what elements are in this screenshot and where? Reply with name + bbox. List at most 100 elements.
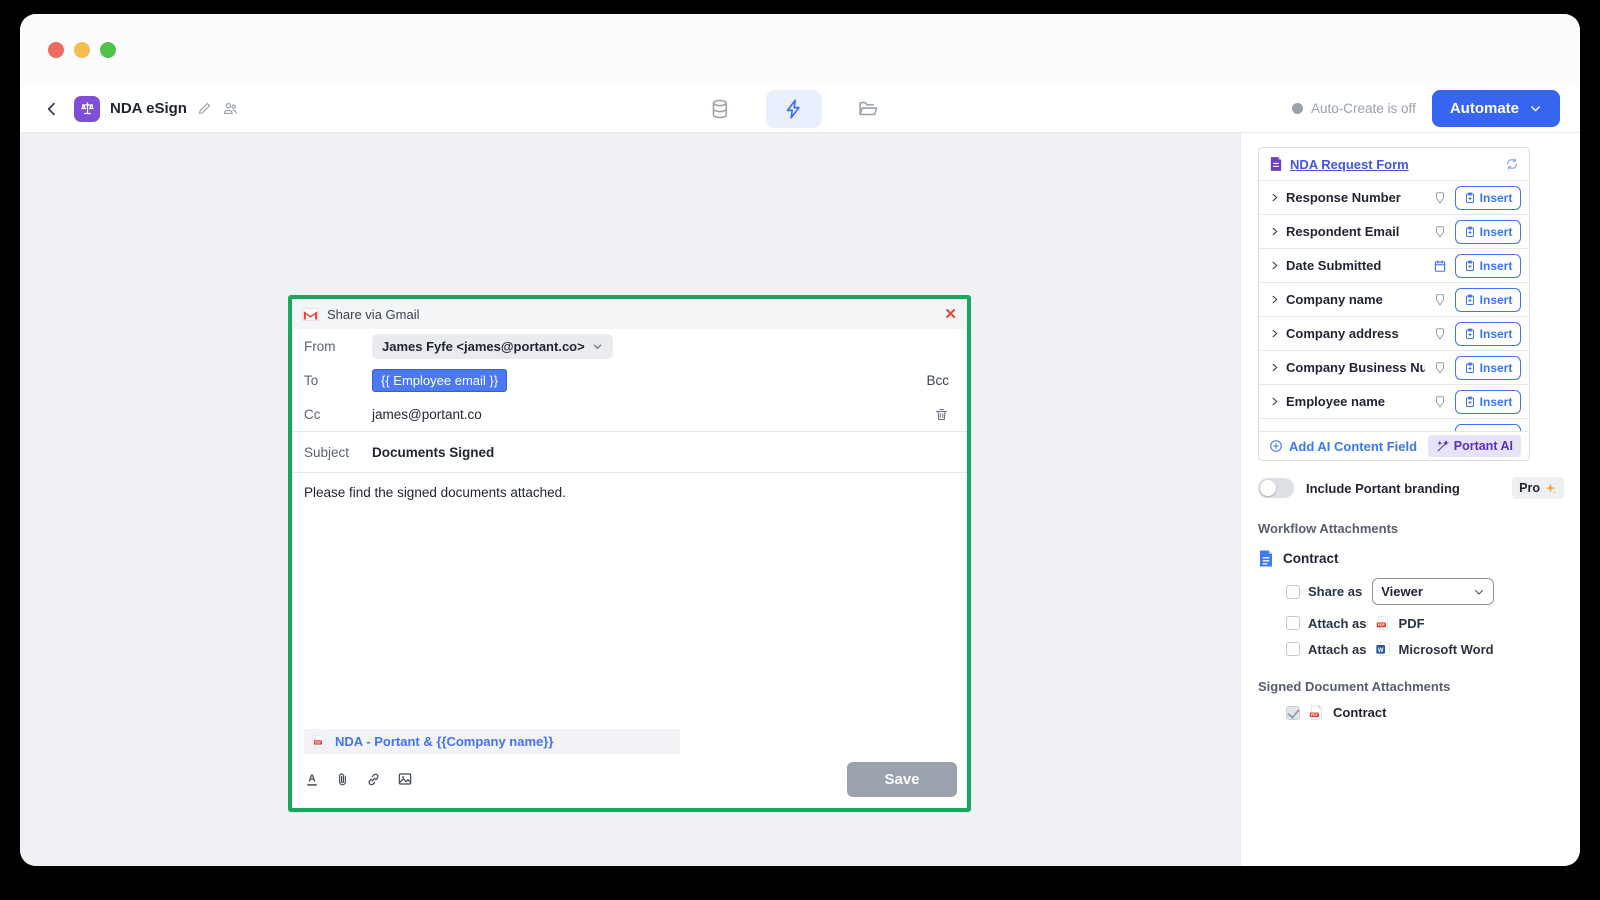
titlebar (20, 14, 1580, 85)
image-icon (397, 771, 413, 787)
trash-icon (934, 407, 949, 422)
attach-as-pdf-checkbox[interactable] (1286, 616, 1300, 630)
clipboard-icon (1464, 294, 1476, 306)
calendar-icon (1433, 259, 1447, 273)
word-file-icon: W (1375, 641, 1391, 657)
close-window-button[interactable] (48, 42, 64, 58)
signed-contract-checkbox[interactable] (1286, 706, 1300, 720)
workflow-icon (74, 96, 100, 122)
save-button[interactable]: Save (847, 762, 957, 797)
include-branding-toggle[interactable] (1258, 478, 1294, 498)
attach-as-word-checkbox[interactable] (1286, 642, 1300, 656)
insert-field-button[interactable]: Insert (1455, 322, 1521, 346)
folder-icon (857, 98, 879, 120)
refresh-icon (1505, 157, 1519, 171)
tag-icon (1433, 327, 1447, 341)
cc-label: Cc (304, 407, 372, 422)
attachment-name: NDA - Portant & {{Company name}} (335, 734, 553, 749)
automate-button[interactable]: Automate (1432, 90, 1560, 127)
source-data-tab[interactable] (692, 90, 748, 128)
subject-value[interactable]: Documents Signed (372, 445, 494, 460)
expand-field-icon[interactable] (1269, 260, 1280, 271)
from-select[interactable]: James Fyfe <james@portant.co> (372, 334, 613, 359)
workflow-canvas: Share via Gmail ✕ From James Fyfe <james… (20, 133, 1240, 866)
to-field-chip[interactable]: {{ Employee email }} (372, 369, 507, 392)
portant-ai-badge[interactable]: Portant AI (1428, 435, 1521, 457)
cc-row: Cc james@portant.co (292, 397, 967, 431)
auto-create-status: Auto-Create is off (1292, 101, 1416, 116)
insert-field-button[interactable]: Insert (1455, 186, 1521, 210)
attachment-chip[interactable]: PDF NDA - Portant & {{Company name}} (304, 729, 680, 754)
insert-field-button[interactable]: Insert (1455, 356, 1521, 380)
insert-field-button[interactable] (1455, 424, 1521, 432)
signed-contract-row: PDF Contract (1286, 704, 1564, 721)
clipboard-icon (1464, 362, 1476, 374)
cc-value[interactable]: james@portant.co (372, 407, 482, 422)
partially-scrolled-field-row (1259, 419, 1529, 432)
insert-field-button[interactable]: Insert (1455, 390, 1521, 414)
bcc-link[interactable]: Bcc (926, 373, 949, 388)
pencil-icon (197, 101, 212, 116)
field-row-date-submitted: Date Submitted Insert (1259, 249, 1529, 283)
automation-tab[interactable] (766, 90, 822, 128)
chevron-down-icon (592, 341, 603, 352)
attach-file-button[interactable] (335, 771, 350, 788)
field-row-employee-name: Employee name Insert (1259, 385, 1529, 419)
svg-text:PDF: PDF (315, 741, 321, 745)
minimize-window-button[interactable] (74, 42, 90, 58)
branding-label: Include Portant branding (1306, 481, 1460, 496)
email-body[interactable]: Please find the signed documents attache… (292, 473, 967, 729)
expand-field-icon[interactable] (1269, 192, 1280, 203)
signed-doc-name: Contract (1333, 705, 1386, 720)
expand-field-icon[interactable] (1269, 294, 1280, 305)
app-header: NDA eSign Auto-Create is off (20, 85, 1580, 133)
share-team-button[interactable] (222, 100, 239, 117)
share-as-checkbox[interactable] (1286, 585, 1300, 599)
add-ai-content-field-button[interactable]: Add AI Content Field (1269, 439, 1417, 454)
expand-field-icon[interactable] (1269, 226, 1280, 237)
panel-footer: Add AI Content Field Portant AI (1259, 432, 1529, 460)
form-doc-icon (1269, 156, 1283, 172)
subject-row: Subject Documents Signed (292, 432, 967, 472)
magic-wand-icon (1436, 440, 1449, 453)
rename-button[interactable] (197, 101, 212, 116)
expand-field-icon[interactable] (1269, 362, 1280, 373)
status-dot-icon (1292, 103, 1303, 114)
workflow-attachments-title: Workflow Attachments (1258, 521, 1564, 536)
form-fields-panel: NDA Request Form Response Number Insert … (1258, 147, 1530, 461)
insert-link-button[interactable] (365, 771, 382, 788)
expand-field-icon[interactable] (1269, 396, 1280, 407)
pdf-file-icon: PDF (1308, 704, 1325, 721)
format-text-icon: A (304, 771, 320, 788)
output-folder-tab[interactable] (840, 90, 896, 128)
form-title-link[interactable]: NDA Request Form (1290, 157, 1409, 172)
svg-text:PDF: PDF (1378, 623, 1385, 627)
close-dialog-icon[interactable]: ✕ (944, 307, 957, 322)
back-button[interactable] (40, 97, 64, 121)
insert-field-button[interactable]: Insert (1455, 288, 1521, 312)
text-format-button[interactable]: A (304, 771, 320, 788)
insert-field-button[interactable]: Insert (1455, 220, 1521, 244)
pro-badge: Pro (1512, 477, 1564, 499)
workflow-attachment-doc: Contract (1258, 549, 1564, 568)
field-row-company-name: Company name Insert (1259, 283, 1529, 317)
insert-field-button[interactable]: Insert (1455, 254, 1521, 278)
to-row: To {{ Employee email }} Bcc (292, 363, 967, 397)
attach-as-pdf-row: Attach as PDF PDF (1286, 615, 1564, 631)
share-via-gmail-dialog: Share via Gmail ✕ From James Fyfe <james… (288, 295, 971, 812)
clipboard-icon (1464, 396, 1476, 408)
branding-row: Include Portant branding Pro (1258, 477, 1564, 499)
svg-text:A: A (308, 773, 315, 784)
clipboard-icon (1464, 328, 1476, 340)
to-label: To (304, 373, 372, 388)
delete-cc-button[interactable] (934, 407, 949, 422)
field-row-response-number: Response Number Insert (1259, 181, 1529, 215)
svg-text:PDF: PDF (1311, 713, 1318, 717)
insert-image-button[interactable] (397, 771, 413, 787)
zoom-window-button[interactable] (100, 42, 116, 58)
expand-field-icon[interactable] (1269, 328, 1280, 339)
tag-icon (1433, 191, 1447, 205)
refresh-fields-button[interactable] (1505, 157, 1519, 171)
tag-icon (1433, 225, 1447, 239)
share-as-select[interactable]: Viewer (1372, 578, 1494, 605)
